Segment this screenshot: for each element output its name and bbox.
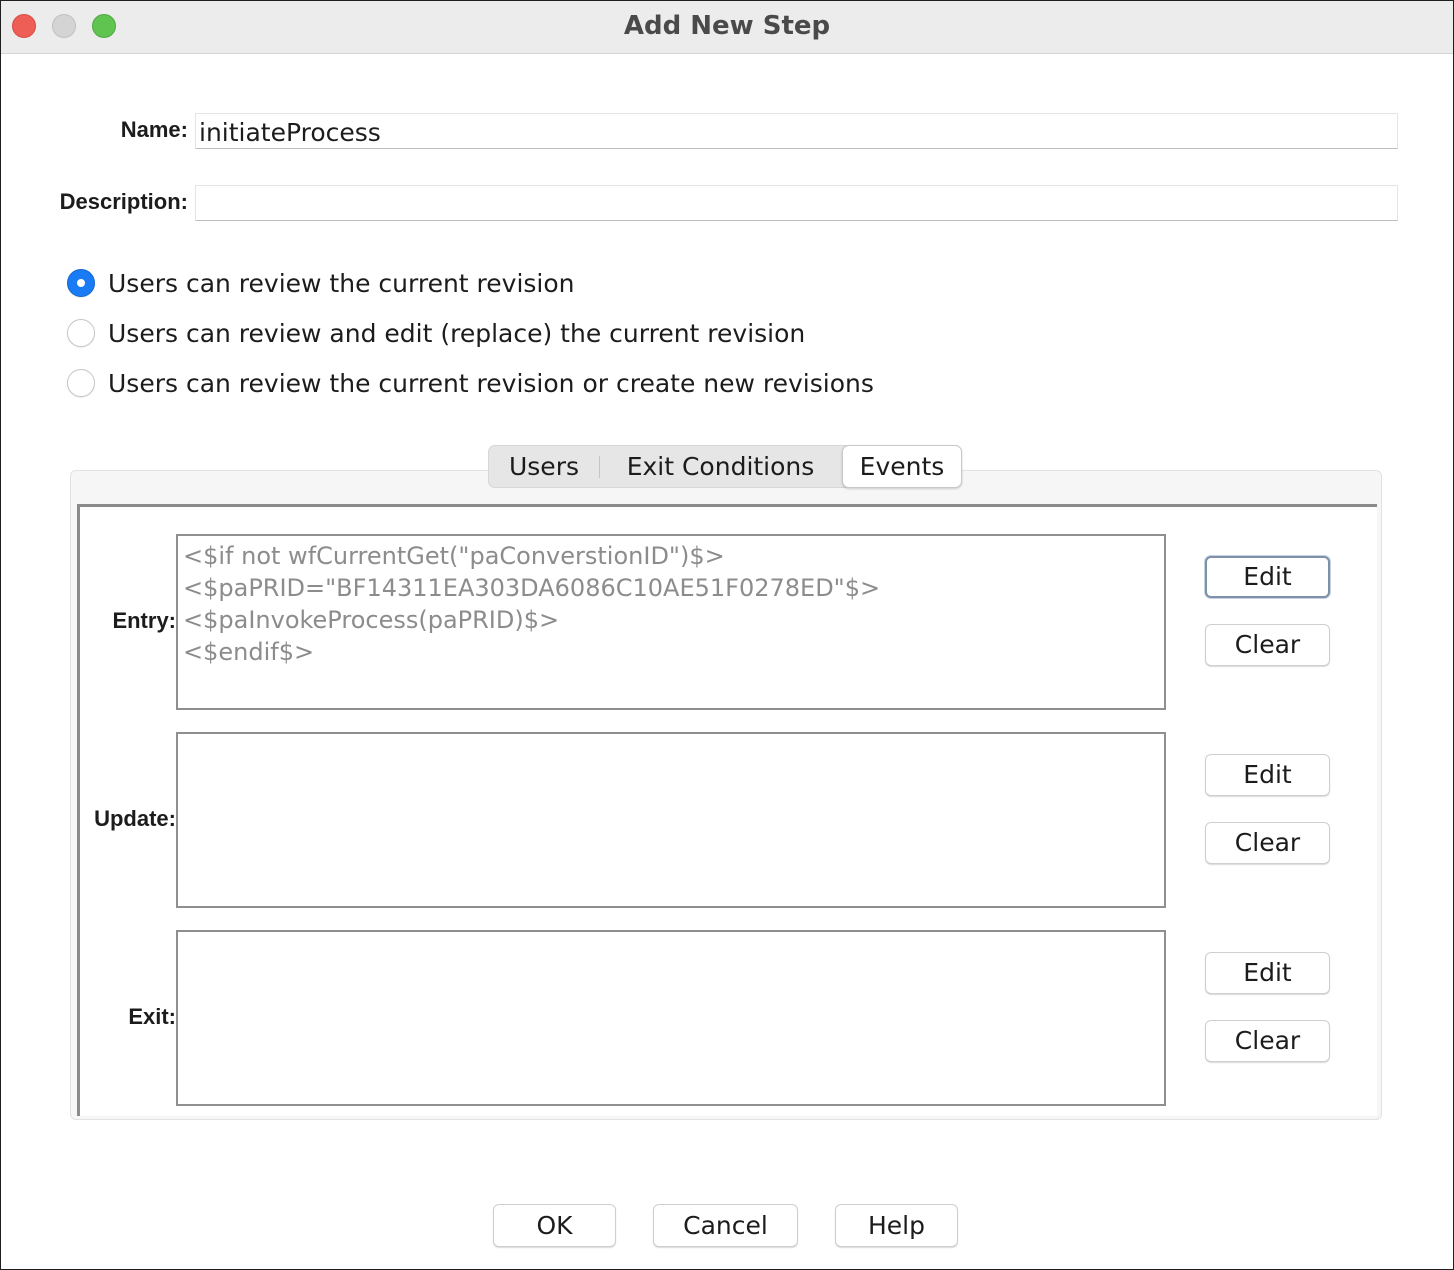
radio-label-review: Users can review the current revision — [108, 268, 575, 298]
update-clear-button[interactable]: Clear — [1205, 822, 1330, 864]
exit-clear-button[interactable]: Clear — [1205, 1020, 1330, 1062]
exit-edit-button[interactable]: Edit — [1205, 952, 1330, 994]
title-bar[interactable]: Add New Step — [1, 1, 1453, 54]
radio-option-review[interactable]: Users can review the current revision — [67, 267, 575, 299]
help-button[interactable]: Help — [835, 1204, 958, 1247]
tab-events[interactable]: Events — [842, 445, 962, 488]
name-input[interactable] — [195, 113, 1398, 149]
description-input[interactable] — [195, 185, 1398, 221]
radio-label-review-create: Users can review the current revision or… — [108, 368, 874, 398]
entry-edit-button[interactable]: Edit — [1205, 556, 1330, 598]
radio-button-review-edit[interactable] — [67, 319, 95, 347]
entry-script-area[interactable]: <$if not wfCurrentGet("paConverstionID")… — [176, 534, 1166, 710]
exit-script-area[interactable] — [176, 930, 1166, 1106]
name-label: Name: — [120, 117, 188, 142]
radio-button-review-create[interactable] — [67, 369, 95, 397]
tab-bar: Users Exit Conditions Events — [488, 445, 962, 488]
update-label: Update: — [94, 806, 176, 831]
tab-users[interactable]: Users — [489, 446, 599, 487]
update-edit-button[interactable]: Edit — [1205, 754, 1330, 796]
update-script-area[interactable] — [176, 732, 1166, 908]
ok-button[interactable]: OK — [493, 1204, 616, 1247]
entry-clear-button[interactable]: Clear — [1205, 624, 1330, 666]
radio-button-review[interactable] — [67, 269, 95, 297]
add-new-step-dialog: Add New Step Name: Description: Users ca… — [0, 0, 1454, 1270]
exit-label: Exit: — [128, 1004, 176, 1029]
tab-exit-conditions[interactable]: Exit Conditions — [600, 446, 841, 487]
entry-label: Entry: — [112, 608, 176, 633]
description-label: Description: — [59, 189, 188, 214]
cancel-button[interactable]: Cancel — [653, 1204, 798, 1247]
radio-label-review-edit: Users can review and edit (replace) the … — [108, 318, 806, 348]
window-title: Add New Step — [623, 11, 831, 41]
radio-option-review-create[interactable]: Users can review the current revision or… — [67, 367, 874, 399]
radio-option-review-edit[interactable]: Users can review and edit (replace) the … — [67, 317, 805, 349]
